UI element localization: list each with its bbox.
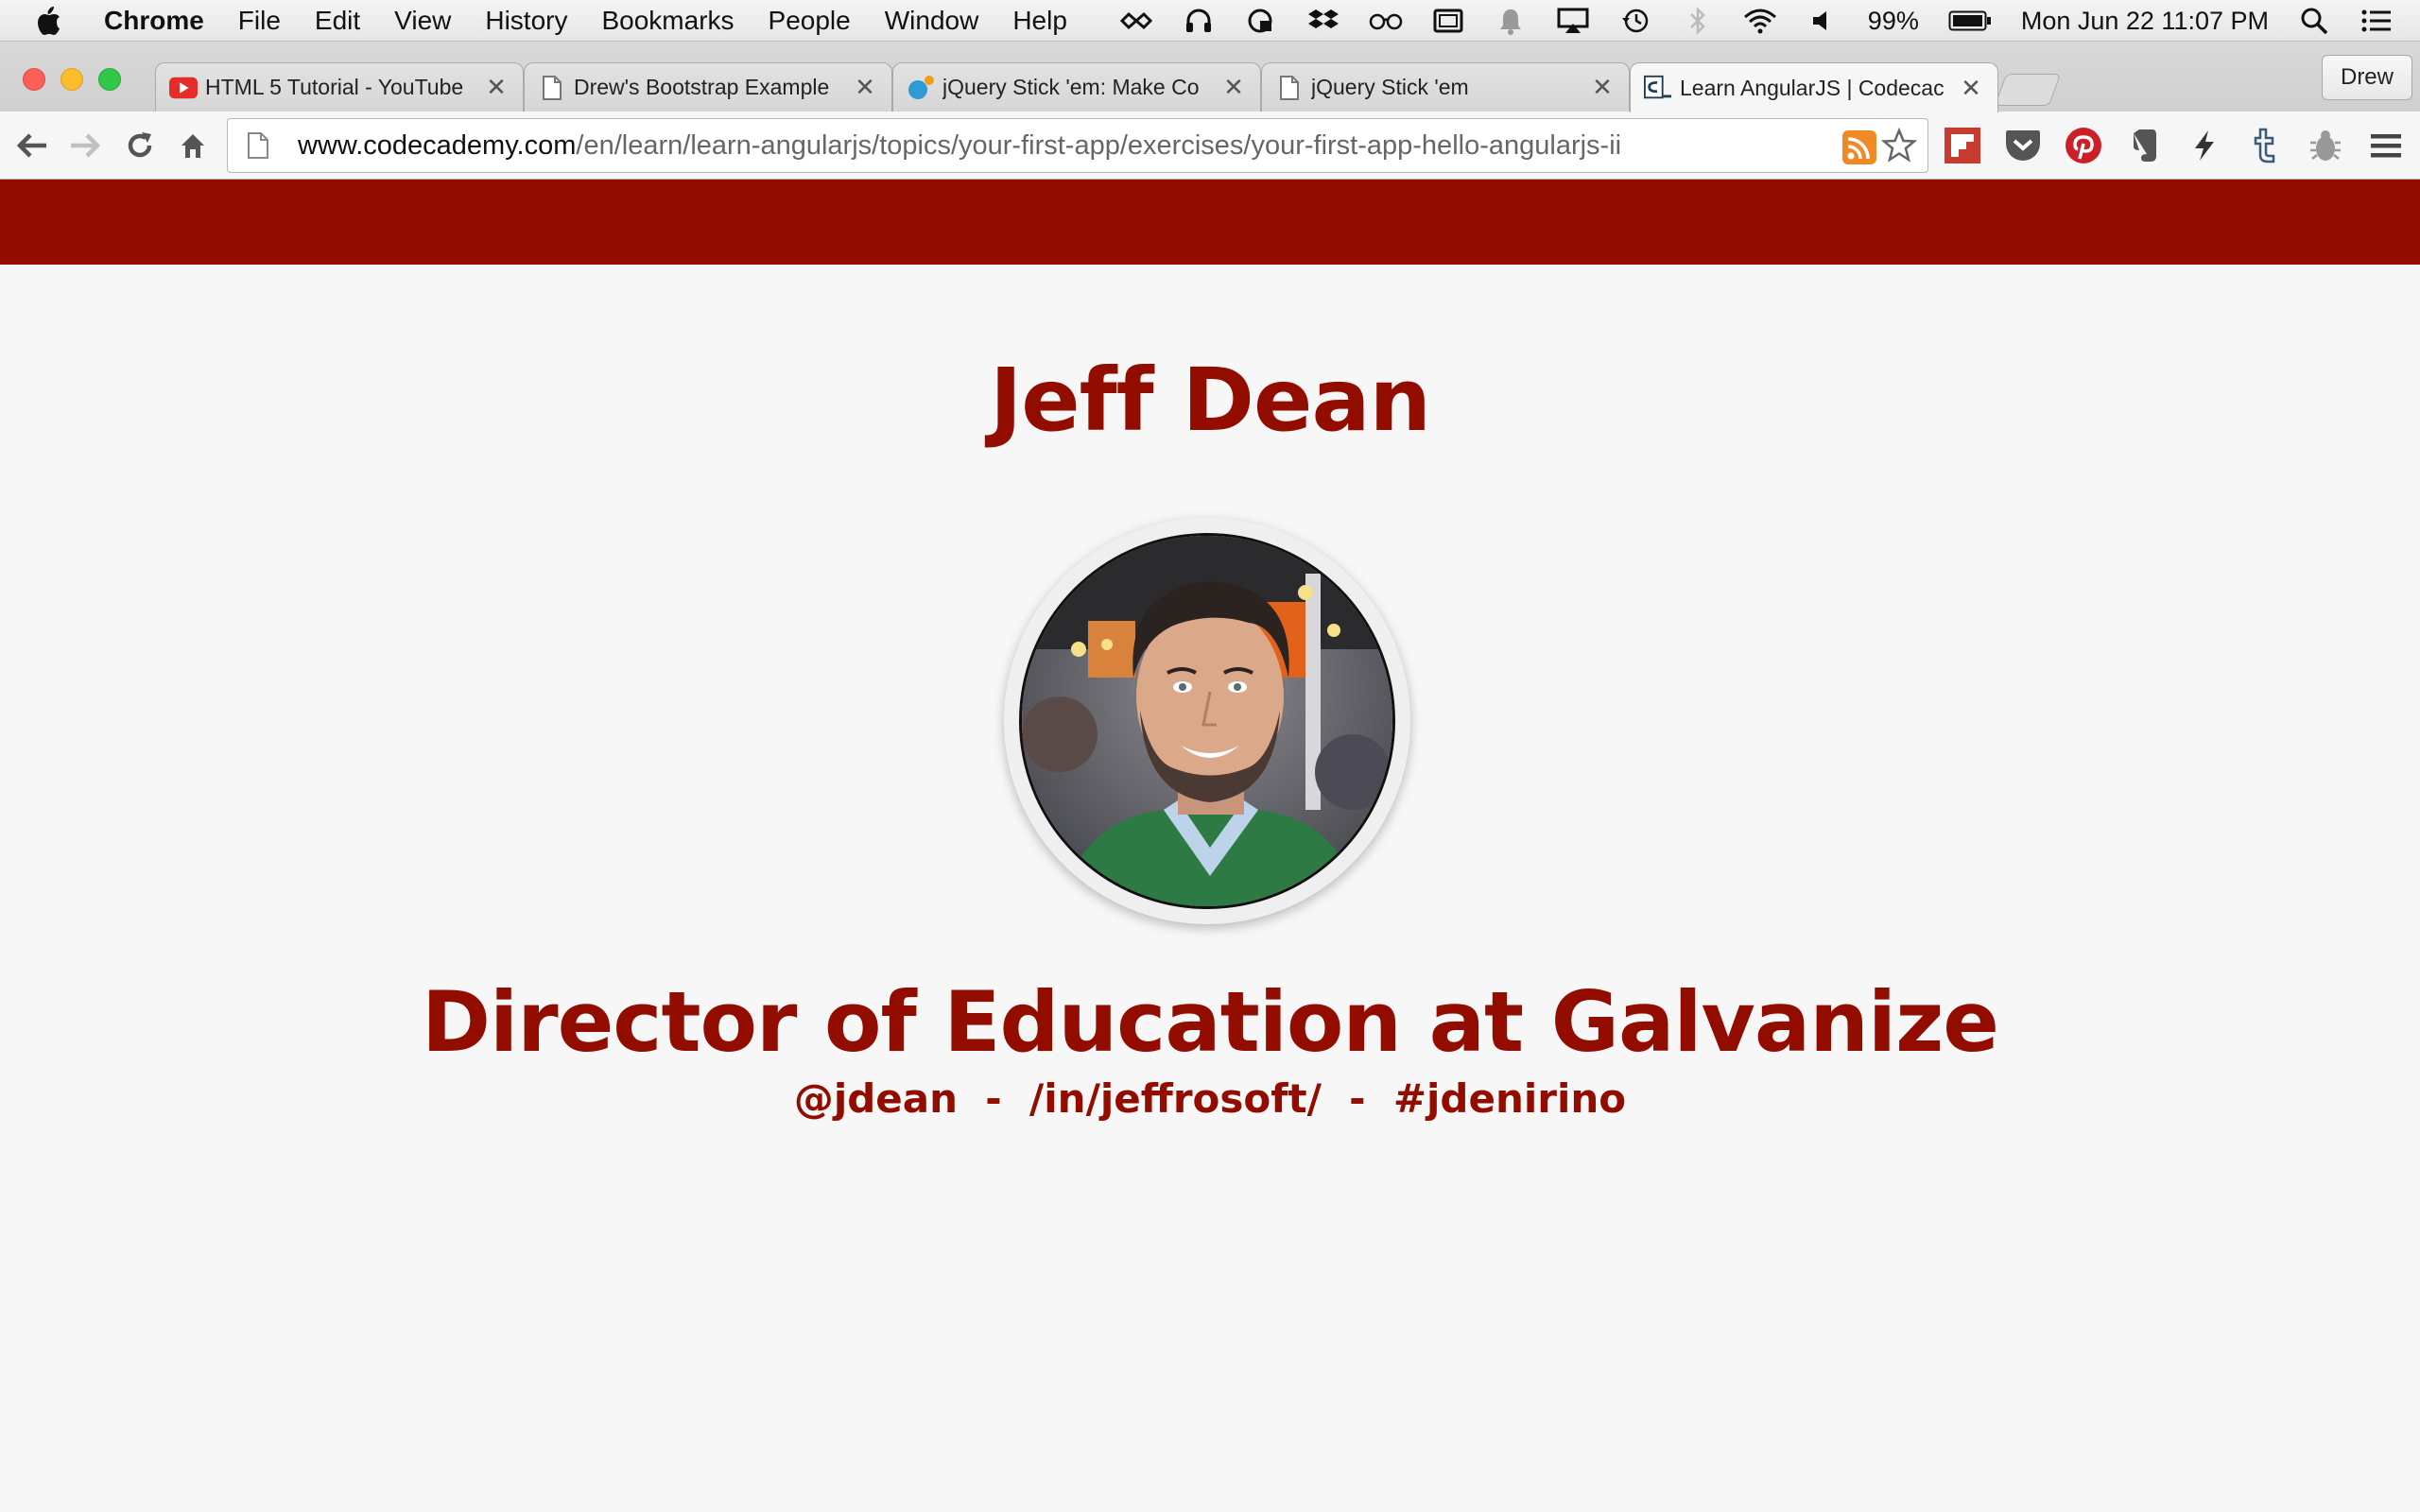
headphones-icon[interactable] [1182, 7, 1216, 35]
window-minimize-button[interactable] [60, 68, 83, 91]
notification-center-icon[interactable] [2360, 7, 2394, 35]
menu-people[interactable]: People [769, 6, 851, 36]
youtube-icon [169, 75, 198, 101]
lastpass-icon[interactable] [1244, 7, 1278, 35]
tab-learn-angularjs[interactable]: Learn AngularJS | Codecac ✕ [1630, 62, 1998, 112]
profile-name: Jeff Dean [989, 350, 1431, 451]
rss-feed-icon[interactable] [1842, 130, 1876, 164]
display-icon[interactable] [1431, 7, 1465, 35]
tab-close-icon[interactable]: ✕ [852, 73, 878, 102]
notification-bell-icon[interactable] [1494, 7, 1528, 35]
clock[interactable]: Mon Jun 22 11:07 PM [2021, 7, 2269, 36]
bug-icon[interactable] [2305, 125, 2346, 166]
tab-close-icon[interactable]: ✕ [1958, 74, 1984, 103]
browser-toolbar: www.codecademy.com/en/learn/learn-angula… [0, 112, 2420, 180]
battery-icon[interactable] [1947, 7, 1993, 35]
tab-jquery-stick-em[interactable]: jQuery Stick 'em ✕ [1261, 62, 1630, 112]
apple-menu-icon[interactable] [34, 5, 76, 37]
reload-button[interactable] [121, 127, 159, 164]
menu-edit[interactable]: Edit [315, 6, 360, 36]
profile-button[interactable]: Drew [2322, 55, 2412, 100]
volume-icon[interactable] [1806, 7, 1840, 35]
page-info-icon[interactable] [239, 131, 277, 160]
address-bar[interactable]: www.codecademy.com/en/learn/learn-angula… [227, 118, 1928, 173]
avatar-frame [1004, 518, 1410, 924]
menu-file[interactable]: File [238, 6, 281, 36]
battery-percentage: 99% [1867, 6, 1919, 35]
pocket-icon[interactable] [2002, 125, 2044, 166]
menu-bar: Chrome File Edit View History Bookmarks … [0, 0, 2420, 42]
page-icon [1275, 75, 1304, 101]
flipboard-icon[interactable] [1942, 125, 1983, 166]
tab-title: Drew's Bootstrap Example [574, 75, 830, 99]
codecademy-icon [1644, 75, 1672, 101]
tab-title: Learn AngularJS | Codecac [1680, 75, 1945, 100]
tab-youtube[interactable]: HTML 5 Tutorial - YouTube ✕ [155, 62, 524, 112]
social-links: @jdean - /in/jeffrosoft/ - #jdenirino [793, 1075, 1627, 1122]
page-icon [538, 75, 566, 101]
airplay-icon[interactable] [1556, 7, 1590, 35]
job-title: Director of Education at Galvanize [422, 973, 1999, 1071]
tab-title: jQuery Stick 'em [1311, 75, 1469, 99]
url-path: /en/learn/learn-angularjs/topics/your-fi… [576, 129, 1622, 161]
lightning-icon[interactable] [2184, 125, 2225, 166]
tab-title: HTML 5 Tutorial - YouTube [205, 75, 464, 99]
evernote-icon[interactable] [2123, 125, 2165, 166]
tab-jquery-stick-em-make[interactable]: jQuery Stick 'em: Make Co ✕ [892, 62, 1261, 112]
jquery-icon [907, 75, 935, 101]
pinterest-icon[interactable] [2063, 125, 2104, 166]
window-zoom-button[interactable] [98, 68, 121, 91]
time-machine-icon[interactable] [1618, 7, 1652, 35]
site-header-bar [0, 180, 2420, 265]
url-domain: www.codecademy.com [298, 129, 577, 161]
forward-button[interactable] [66, 127, 104, 164]
tab-close-icon[interactable]: ✕ [1220, 73, 1247, 102]
tumblr-icon[interactable] [2244, 125, 2286, 166]
home-button[interactable] [174, 127, 212, 164]
menu-help[interactable]: Help [1012, 6, 1067, 36]
glasses-icon[interactable] [1369, 7, 1403, 35]
spotlight-search-icon[interactable] [2297, 7, 2331, 35]
page-content: Jeff Dean Director of Education at Galva… [0, 265, 2420, 1512]
window-close-button[interactable] [23, 68, 45, 91]
dropbox-icon[interactable] [1306, 7, 1340, 35]
menu-view[interactable]: View [394, 6, 451, 36]
menu-history[interactable]: History [485, 6, 567, 36]
bookmark-star-icon[interactable] [1880, 127, 1918, 164]
wunderlist-icon[interactable] [1119, 7, 1153, 35]
wifi-icon[interactable] [1743, 7, 1777, 35]
tab-strip: HTML 5 Tutorial - YouTube ✕ Drew's Boots… [0, 42, 2420, 112]
avatar [1019, 533, 1395, 909]
menu-icon[interactable] [2365, 125, 2407, 166]
tab-title: jQuery Stick 'em: Make Co [942, 75, 1200, 99]
new-tab-button[interactable] [1994, 74, 2062, 106]
bluetooth-icon[interactable] [1681, 7, 1715, 35]
back-button[interactable] [13, 127, 51, 164]
tab-bootstrap-example[interactable]: Drew's Bootstrap Example ✕ [524, 62, 892, 112]
menu-bookmarks[interactable]: Bookmarks [601, 6, 734, 36]
menu-window[interactable]: Window [885, 6, 979, 36]
tab-close-icon[interactable]: ✕ [483, 73, 510, 102]
tab-close-icon[interactable]: ✕ [1589, 73, 1616, 102]
menu-app-chrome[interactable]: Chrome [104, 6, 204, 36]
url-text[interactable]: www.codecademy.com/en/learn/learn-angula… [298, 130, 1621, 162]
